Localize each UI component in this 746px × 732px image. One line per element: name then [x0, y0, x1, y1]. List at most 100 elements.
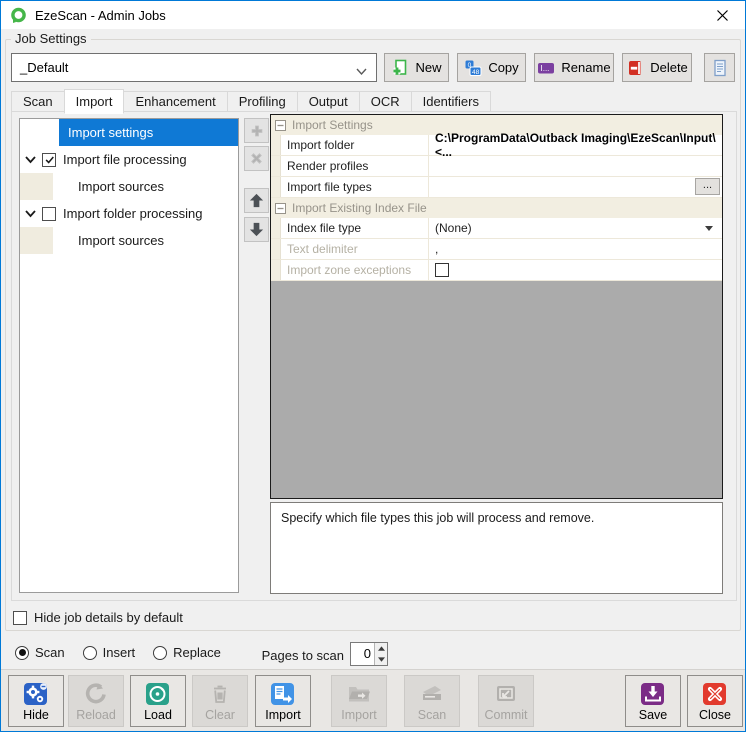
collapse-icon[interactable]	[275, 203, 286, 214]
pages-to-scan-spinner: 0	[350, 642, 388, 666]
svg-text:48: 48	[472, 69, 480, 76]
scanner-icon	[419, 681, 445, 707]
trash-icon	[207, 681, 233, 707]
dropdown-arrow-icon	[705, 226, 713, 231]
delete-icon	[626, 59, 644, 77]
hide-job-details-checkbox[interactable]	[13, 611, 27, 625]
arrow-down-icon	[248, 221, 265, 238]
arrow-up-icon	[248, 192, 265, 209]
row-gutter	[271, 156, 281, 176]
tree-delete-button[interactable]	[244, 146, 269, 171]
svg-text:0: 0	[468, 62, 472, 69]
delete-button-label: Delete	[650, 60, 688, 75]
chevron-down-icon	[24, 207, 37, 220]
tree-item-label: Import sources	[78, 233, 164, 248]
tab-ocr[interactable]: OCR	[359, 91, 412, 112]
copy-job-button[interactable]: 0 48 Copy	[457, 53, 526, 82]
clear-button: Clear	[192, 675, 248, 727]
hide-button[interactable]: Hide	[8, 675, 64, 727]
import-zone-exceptions-cell	[429, 260, 722, 280]
radio-insert[interactable]: Insert	[83, 645, 136, 660]
ezescan-logo-icon	[10, 7, 27, 24]
chevron-down-icon	[24, 153, 37, 166]
new-job-button[interactable]: New	[384, 53, 449, 82]
tab-scan[interactable]: Scan	[11, 91, 65, 112]
property-label: Text delimiter	[281, 239, 429, 259]
property-label: Render profiles	[281, 156, 429, 176]
property-row-import-zone-exceptions: Import zone exceptions	[271, 260, 722, 281]
index-file-type-dropdown[interactable]: (None)	[429, 218, 722, 238]
radio-scan[interactable]: Scan	[15, 645, 65, 660]
property-row-render-profiles: Render profiles	[271, 156, 722, 177]
rename-icon: I...	[537, 59, 555, 77]
tab-identifiers[interactable]: Identifiers	[411, 91, 491, 112]
import-folder-button: Import	[331, 675, 387, 727]
row-gutter	[271, 239, 281, 259]
import-folder-value[interactable]: C:\ProgramData\Outback Imaging\EzeScan\I…	[429, 135, 722, 155]
radio-replace[interactable]: Replace	[153, 645, 221, 660]
triangle-up-icon	[378, 646, 385, 651]
radio-dot	[153, 646, 167, 660]
tab-strip: Scan Import Enhancement Profiling Output…	[11, 89, 490, 112]
hide-job-details-row[interactable]: Hide job details by default	[13, 610, 183, 625]
chevron-down-icon	[356, 64, 367, 79]
commit-button: Commit	[478, 675, 534, 727]
render-profiles-value[interactable]	[429, 156, 722, 176]
triangle-down-icon	[378, 657, 385, 662]
tree-item-import-sources-folder[interactable]: Import sources	[20, 227, 238, 254]
radio-label: Insert	[103, 645, 136, 660]
copy-icon: 0 48	[464, 59, 482, 77]
rename-job-button[interactable]: I... Rename	[534, 53, 614, 82]
delete-job-button[interactable]: Delete	[622, 53, 692, 82]
reload-arrow-icon	[83, 681, 109, 707]
document-icon	[711, 59, 729, 77]
tree-add-button[interactable]	[244, 118, 269, 143]
pages-to-scan-input[interactable]: 0	[351, 643, 374, 665]
tree-move-down-button[interactable]	[244, 217, 269, 242]
tree-item-import-settings[interactable]: Import settings	[20, 119, 238, 146]
text-delimiter-value[interactable]: ,	[429, 239, 722, 259]
tab-profiling[interactable]: Profiling	[227, 91, 298, 112]
section-import-existing-index-file[interactable]: Import Existing Index File	[271, 198, 722, 218]
tab-enhancement[interactable]: Enhancement	[123, 91, 227, 112]
tab-output[interactable]: Output	[297, 91, 360, 112]
spinner-up-button[interactable]	[375, 643, 387, 654]
property-description-box: Specify which file types this job will p…	[270, 502, 723, 594]
job-select-dropdown[interactable]: _Default	[11, 53, 377, 82]
property-grid: Import Settings Import folder C:\Program…	[270, 114, 723, 499]
window-title: EzeScan - Admin Jobs	[35, 8, 166, 23]
collapse-icon[interactable]	[275, 120, 286, 131]
tree-indent-gutter	[20, 227, 53, 254]
window-close-button[interactable]	[699, 1, 745, 29]
svg-text:I...: I...	[541, 64, 550, 73]
import-zone-exceptions-checkbox[interactable]	[435, 263, 449, 277]
tree-item-label: Import folder processing	[63, 206, 202, 221]
import-file-processing-checkbox[interactable]	[42, 153, 56, 167]
titlebar: EzeScan - Admin Jobs	[1, 1, 745, 29]
toolbar-button-label: Reload	[76, 708, 116, 722]
tree-item-import-folder-processing[interactable]: Import folder processing	[20, 200, 238, 227]
toolbar-button-label: Commit	[484, 708, 527, 722]
radio-dot	[83, 646, 97, 660]
new-button-label: New	[415, 60, 441, 75]
hide-gears-icon	[23, 681, 49, 707]
import-file-button[interactable]: Import	[255, 675, 311, 727]
load-button[interactable]: Load	[130, 675, 186, 727]
scan-mode-radio-group: Scan Insert Replace	[15, 645, 239, 660]
rename-button-label: Rename	[561, 60, 610, 75]
x-icon	[249, 151, 264, 166]
toolbar-button-label: Import	[265, 708, 300, 722]
close-x-icon	[702, 681, 728, 707]
ellipsis-button[interactable]: ...	[695, 178, 720, 195]
tree-item-import-sources-file[interactable]: Import sources	[20, 173, 238, 200]
job-notes-button[interactable]	[704, 53, 735, 82]
import-folder-processing-checkbox[interactable]	[42, 207, 56, 221]
tree-move-up-button[interactable]	[244, 188, 269, 213]
close-button[interactable]: Close	[687, 675, 743, 727]
tab-import[interactable]: Import	[64, 89, 125, 114]
tree-item-import-file-processing[interactable]: Import file processing	[20, 146, 238, 173]
spinner-down-button[interactable]	[375, 654, 387, 665]
ezescan-admin-jobs-window: EzeScan - Admin Jobs Job Settings _Defau…	[0, 0, 746, 732]
save-button[interactable]: Save	[625, 675, 681, 727]
import-file-types-value[interactable]: ...	[429, 177, 722, 197]
